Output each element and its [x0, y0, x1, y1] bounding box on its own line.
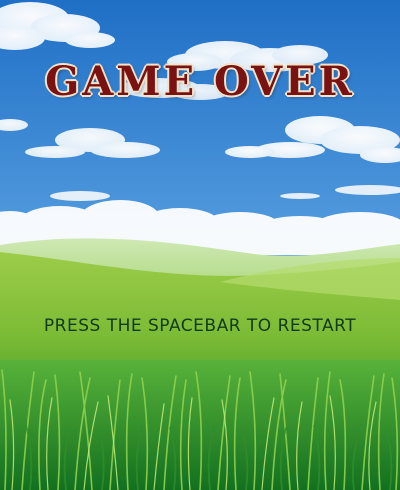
game-over-screen[interactable]: GAME OVER PRESS THE SPACEBAR TO RESTART [0, 0, 400, 490]
restart-prompt: PRESS THE SPACEBAR TO RESTART [43, 316, 357, 336]
game-over-title: GAME OVER [45, 58, 355, 105]
